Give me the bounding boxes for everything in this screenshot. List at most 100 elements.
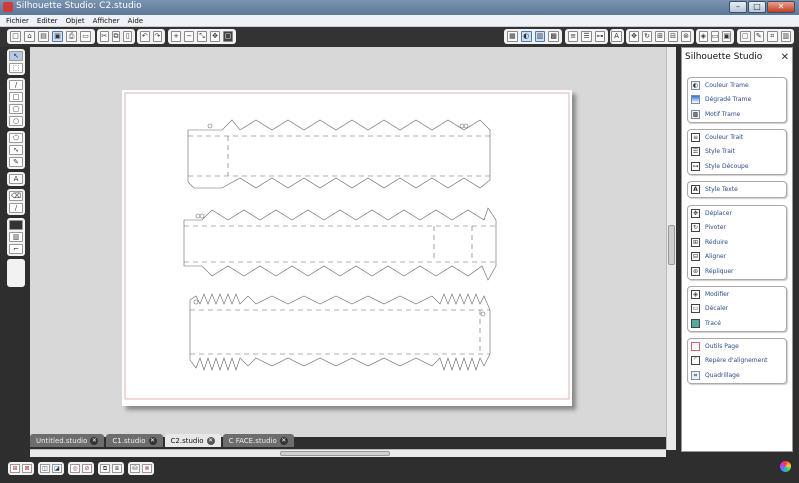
- offset-icon[interactable]: ▭: [710, 31, 720, 42]
- panel-item-style-texte[interactable]: A Style Texte: [688, 182, 786, 197]
- panel-item-repliquer[interactable]: ⊛ Répliquer: [688, 264, 786, 279]
- cutting-mat-page[interactable]: [122, 90, 572, 406]
- grid-icon[interactable]: ⌗: [767, 31, 778, 42]
- tab-untitled[interactable]: Untitled.studio ✕: [30, 434, 105, 447]
- tab-c-face[interactable]: C FACE.studio ✕: [222, 434, 294, 447]
- close-window-button[interactable]: ✕: [767, 1, 795, 13]
- bring-forward-icon[interactable]: ⧉: [100, 464, 110, 473]
- cut-style-icon[interactable]: ⊶: [594, 31, 605, 42]
- trace-icon[interactable]: ▣: [722, 31, 732, 42]
- monitor-tool-icon[interactable]: [9, 220, 23, 230]
- tab-c2[interactable]: C2.studio ✕: [164, 434, 221, 447]
- menu-afficher[interactable]: Afficher: [93, 17, 120, 25]
- horizontal-scroll-thumb[interactable]: [280, 451, 390, 456]
- pan-icon[interactable]: ✥: [210, 31, 220, 42]
- text-tool-icon[interactable]: A: [9, 174, 23, 184]
- zoom-slider[interactable]: [7, 259, 25, 287]
- menu-fichier[interactable]: Fichier: [6, 17, 29, 25]
- cut-icon[interactable]: ✂: [100, 31, 109, 42]
- close-tab-icon[interactable]: ✕: [90, 436, 99, 445]
- panel-item-aligner[interactable]: ⊟ Aligner: [688, 250, 786, 265]
- save-icon[interactable]: ▤: [38, 31, 49, 42]
- pattern-icon[interactable]: ▩: [548, 31, 559, 42]
- menu-objet[interactable]: Objet: [66, 17, 85, 25]
- minimize-button[interactable]: –: [729, 1, 747, 13]
- menu-editer[interactable]: Editer: [37, 17, 58, 25]
- library-tool-icon[interactable]: ▥: [9, 232, 23, 242]
- panel-item-trace[interactable]: Tracé: [688, 316, 786, 331]
- store-icon[interactable]: ▦: [507, 31, 518, 42]
- maximize-button[interactable]: □: [748, 1, 766, 13]
- make-compound-icon[interactable]: ◫: [40, 464, 50, 473]
- panel-item-style-decoupe[interactable]: ⊶ Style Découpe: [688, 159, 786, 174]
- new-file-icon[interactable]: □: [10, 31, 21, 42]
- panel-item-outils-page[interactable]: Outils Page: [688, 339, 786, 354]
- line-style-icon[interactable]: ☰: [581, 31, 592, 42]
- tab-c1[interactable]: C1.studio ✕: [106, 434, 163, 447]
- undo-icon[interactable]: ↶: [140, 31, 150, 42]
- knife-tool-icon[interactable]: ∕: [9, 203, 23, 213]
- panel-item-quadrillage[interactable]: ⌗ Quadrillage: [688, 368, 786, 383]
- line-color-icon[interactable]: ≡: [568, 31, 579, 42]
- modify-icon[interactable]: ◈: [699, 31, 708, 42]
- release-compound-icon[interactable]: ◪: [52, 464, 62, 473]
- move-icon[interactable]: ✥: [629, 31, 639, 42]
- fill-bucket-icon[interactable]: ⛁: [130, 464, 140, 473]
- silhouette-logo-icon[interactable]: [780, 461, 791, 472]
- zoom-select-icon[interactable]: ⤡: [197, 31, 207, 42]
- redo-icon[interactable]: ↷: [152, 31, 162, 42]
- weld-icon[interactable]: ◎: [70, 464, 80, 473]
- zoom-in-icon[interactable]: +: [171, 31, 181, 42]
- freehand-tool-icon[interactable]: ✎: [9, 157, 23, 167]
- copy-icon[interactable]: ⧉: [111, 31, 121, 42]
- save-to-library-icon[interactable]: ▣: [52, 31, 63, 42]
- close-tab-icon[interactable]: ✕: [148, 436, 157, 445]
- paste-icon[interactable]: ▯: [123, 31, 133, 42]
- library-icon[interactable]: ▥: [780, 31, 791, 42]
- curve-tool-icon[interactable]: ∿: [9, 145, 23, 155]
- close-tab-icon[interactable]: ✕: [279, 436, 288, 445]
- pen-icon[interactable]: ✎: [753, 31, 764, 42]
- fill-color-icon[interactable]: ◐: [520, 31, 532, 42]
- close-tab-icon[interactable]: ✕: [206, 436, 215, 445]
- select-tool-icon[interactable]: ↖: [9, 51, 23, 61]
- rotate-icon[interactable]: ↻: [642, 31, 652, 42]
- no-fill-icon[interactable]: ⊗: [142, 464, 152, 473]
- polygon-tool-icon[interactable]: ⬠: [9, 133, 23, 143]
- horizontal-scrollbar[interactable]: [30, 449, 666, 457]
- panel-item-degrade-trame[interactable]: Dégradé Trame: [688, 93, 786, 108]
- menu-aide[interactable]: Aide: [128, 17, 143, 25]
- vertical-scrollbar[interactable]: [666, 47, 676, 450]
- panel-item-decaler[interactable]: ▭ Décaler: [688, 302, 786, 317]
- panel-item-deplacer[interactable]: ✥ Déplacer: [688, 206, 786, 221]
- gradient-icon[interactable]: ▥: [534, 31, 546, 42]
- fit-page-icon[interactable]: ▢: [223, 31, 233, 42]
- replicate-icon[interactable]: ⊛: [681, 31, 691, 42]
- subtract-icon[interactable]: ⊘: [82, 464, 92, 473]
- panel-item-motif-trame[interactable]: ▩ Motif Trame: [688, 107, 786, 122]
- canvas-area[interactable]: [30, 47, 666, 437]
- page-icon[interactable]: ▢: [740, 31, 751, 42]
- eraser-tool-icon[interactable]: ⌫: [9, 191, 23, 201]
- point-edit-tool-icon[interactable]: ⬚: [9, 63, 23, 73]
- panel-item-couleur-trame[interactable]: ◐ Couleur Trame: [688, 78, 786, 93]
- scale-icon[interactable]: ⊞: [655, 31, 665, 42]
- send-backward-icon[interactable]: ⧈: [112, 464, 122, 473]
- rectangle-tool-icon[interactable]: □: [9, 92, 23, 102]
- panel-item-style-trait[interactable]: ☰ Style Trait: [688, 145, 786, 160]
- print-icon[interactable]: ⎙: [66, 31, 77, 42]
- align-icon[interactable]: ⊟: [668, 31, 678, 42]
- rounded-rectangle-tool-icon[interactable]: ▢: [9, 104, 23, 114]
- line-tool-icon[interactable]: /: [9, 80, 23, 90]
- zoom-out-icon[interactable]: −: [184, 31, 194, 42]
- panel-item-reduire[interactable]: ⊞ Réduire: [688, 235, 786, 250]
- ungroup-icon[interactable]: ⊠: [22, 464, 32, 473]
- open-file-icon[interactable]: ⌂: [24, 31, 35, 42]
- panel-item-modifier[interactable]: ◈ Modifier: [688, 287, 786, 302]
- ellipse-tool-icon[interactable]: ○: [9, 116, 23, 126]
- send-to-cutter-icon[interactable]: ▭: [80, 31, 91, 42]
- registration-tool-icon[interactable]: ⌐: [9, 244, 23, 254]
- group-icon[interactable]: ⊞: [10, 464, 20, 473]
- text-style-icon[interactable]: A: [611, 31, 622, 42]
- panel-close-icon[interactable]: ✕: [781, 52, 789, 63]
